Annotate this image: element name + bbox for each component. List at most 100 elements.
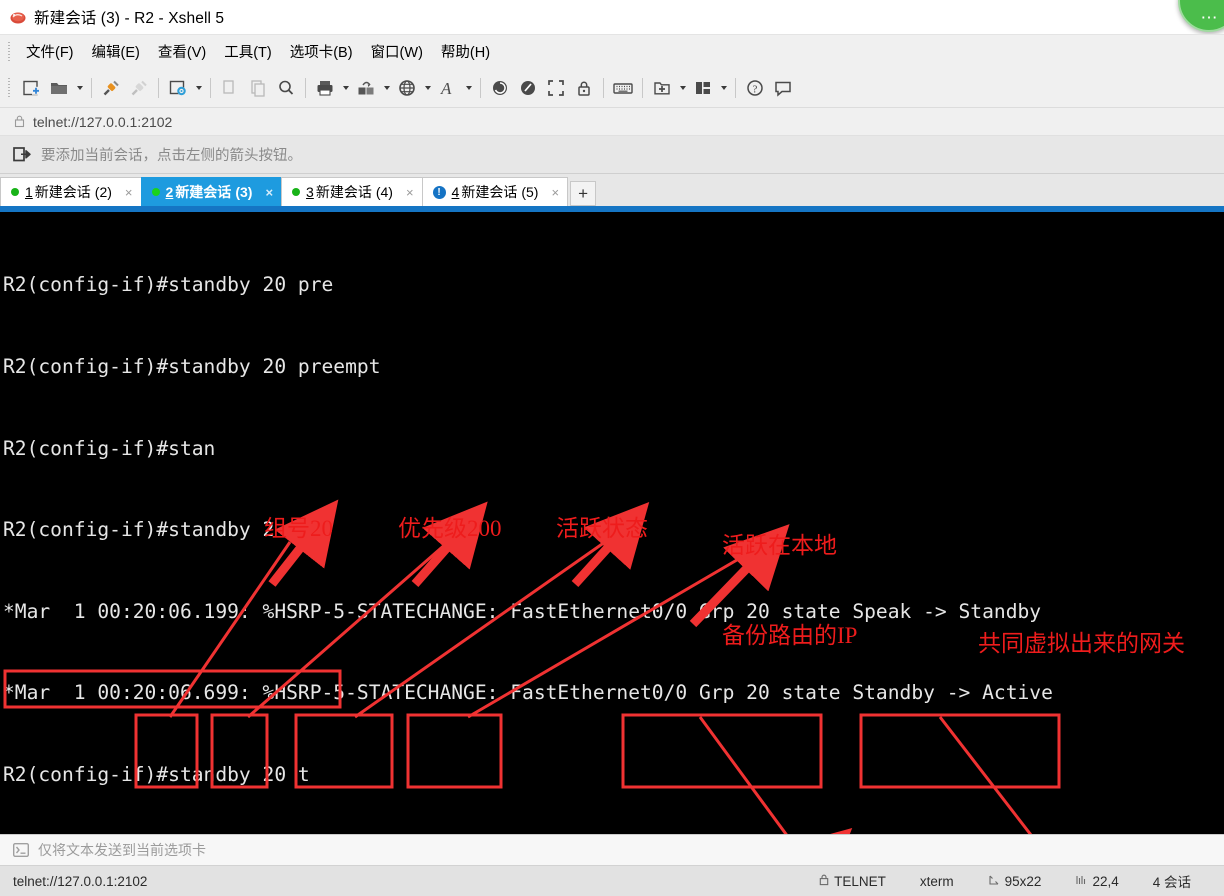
tab-number: 4	[451, 184, 460, 200]
menu-window[interactable]: 窗口(W)	[362, 38, 432, 65]
xshell-window: 新建会话 (3) - R2 - Xshell 5 ⋯ 文件(F) 编辑(E) 查…	[0, 0, 1224, 896]
toolbar-separator	[603, 77, 604, 98]
tab-bar: 1 新建会话 (2) × 2 新建会话 (3) × 3 新建会话 (4) × !…	[0, 174, 1224, 206]
tab-close-icon[interactable]: ×	[261, 185, 277, 200]
tab-label: 新建会话	[461, 184, 518, 200]
status-terminal-type: xterm	[919, 873, 954, 889]
transfer-dropdown-caret[interactable]	[380, 74, 393, 102]
hint-text: 要添加当前会话，点击左侧的箭头按钮。	[41, 148, 302, 164]
status-url: telnet://127.0.0.1:2102	[13, 873, 148, 889]
add-folder-dropdown-caret[interactable]	[676, 74, 689, 102]
svg-text:?: ?	[753, 83, 758, 95]
status-position-cell: 22,4	[1058, 874, 1135, 889]
menu-help[interactable]: 帮助(H)	[432, 38, 499, 65]
connect-icon[interactable]	[97, 74, 125, 102]
connected-dot-icon	[11, 188, 19, 196]
tab-close-icon[interactable]: ×	[402, 185, 418, 200]
lock-icon[interactable]	[570, 74, 598, 102]
fullscreen-icon[interactable]	[542, 74, 570, 102]
status-session-count: 4 会话	[1152, 875, 1191, 890]
xshell-logo-icon	[9, 8, 27, 26]
tab-suffix: (3)	[235, 184, 253, 200]
lock-icon	[14, 115, 25, 128]
status-size-cell: 95x22	[971, 874, 1059, 889]
font-dropdown-caret[interactable]	[462, 74, 475, 102]
keyboard-icon[interactable]	[609, 74, 637, 102]
tab-suffix: (4)	[375, 184, 393, 200]
print-dropdown-caret[interactable]	[339, 74, 352, 102]
menu-view[interactable]: 查看(V)	[149, 38, 215, 65]
lock-icon	[819, 874, 829, 889]
layout-icon[interactable]	[689, 74, 717, 102]
address-bar[interactable]: telnet://127.0.0.1:2102	[0, 108, 1224, 136]
menu-file[interactable]: 文件(F)	[17, 38, 83, 65]
toolbar-separator	[305, 77, 306, 98]
status-bar: telnet://127.0.0.1:2102 TELNET xterm 95x…	[0, 866, 1224, 896]
hint-bar: 要添加当前会话，点击左侧的箭头按钮。	[0, 136, 1224, 174]
compose-icon[interactable]	[514, 74, 542, 102]
terminal-line: *Mar 1 00:20:06.699: %HSRP-5-STATECHANGE…	[3, 681, 1053, 705]
folder-dropdown-caret[interactable]	[73, 74, 86, 102]
send-text-bar[interactable]: 仅将文本发送到当前选项卡	[0, 834, 1224, 866]
menu-tab[interactable]: 选项卡(B)	[281, 38, 362, 65]
tab-session-2[interactable]: 2 新建会话 (3) ×	[140, 177, 283, 206]
connected-dot-icon	[292, 188, 301, 196]
feedback-icon[interactable]	[769, 74, 797, 102]
ssh-key-icon[interactable]	[486, 74, 514, 102]
add-to-folder-icon[interactable]	[648, 74, 676, 102]
toolbar-separator	[642, 77, 643, 98]
menu-bar: 文件(F) 编辑(E) 查看(V) 工具(T) 选项卡(B) 窗口(W) 帮助(…	[0, 34, 1224, 68]
terminal-output[interactable]: R2(config-if)#standby 20 pre R2(config-i…	[0, 212, 1224, 834]
add-session-arrow-icon[interactable]	[13, 146, 32, 163]
tab-close-icon[interactable]: ×	[547, 185, 563, 200]
toolbar-separator	[91, 77, 92, 98]
tab-session-1[interactable]: 1 新建会话 (2) ×	[0, 177, 142, 206]
toolbar-separator	[480, 77, 481, 98]
session-properties-icon[interactable]	[164, 74, 192, 102]
tab-session-4[interactable]: ! 4 新建会话 (5) ×	[421, 177, 569, 206]
terminal-line: R2(config-if)#standby 2	[3, 518, 275, 542]
open-folder-icon[interactable]	[45, 74, 73, 102]
font-icon[interactable]: A	[434, 74, 462, 102]
tab-label: 新建会话	[315, 184, 372, 200]
globe-icon[interactable]	[393, 74, 421, 102]
toolbar-separator	[735, 77, 736, 98]
toolbar: A ?	[0, 68, 1224, 108]
tab-label: 新建会话	[34, 184, 91, 200]
toolbar-separator	[210, 77, 211, 98]
terminal-prompt-icon	[13, 843, 29, 857]
transfer-icon[interactable]	[352, 74, 380, 102]
tab-close-icon[interactable]: ×	[121, 185, 137, 200]
toolbar-gripper-icon[interactable]	[4, 76, 14, 99]
terminal-line: R2(config-if)#standby 20 pre	[3, 273, 334, 297]
new-tab-button[interactable]: +	[570, 181, 597, 206]
properties-dropdown-caret[interactable]	[192, 74, 205, 102]
alert-badge-icon: !	[432, 185, 446, 199]
terminal-line: R2(config-if)#stan	[3, 436, 216, 460]
menu-edit[interactable]: 编辑(E)	[83, 38, 149, 65]
print-icon[interactable]	[311, 74, 339, 102]
tab-suffix: (2)	[94, 184, 112, 200]
copy-icon	[216, 74, 244, 102]
paste-icon	[244, 74, 272, 102]
new-session-icon[interactable]	[17, 74, 45, 102]
terminal-lines: R2(config-if)#standby 20 pre R2(config-i…	[3, 217, 1224, 834]
terminal-line: R2(config-if)#standby 20 preempt	[3, 355, 381, 378]
menu-tools[interactable]: 工具(T)	[215, 38, 281, 65]
resize-icon	[988, 874, 1000, 889]
address-url[interactable]: telnet://127.0.0.1:2102	[33, 114, 172, 130]
title-bar: 新建会话 (3) - R2 - Xshell 5 ⋯	[0, 0, 1224, 34]
disconnect-icon	[125, 74, 153, 102]
terminal-line: R2(config-if)#standby 20 t	[3, 762, 310, 786]
tab-session-3[interactable]: 3 新建会话 (4) ×	[281, 177, 423, 206]
green-circle-icon[interactable]: ⋯	[1178, 0, 1224, 32]
terminal-line: *Mar 1 00:20:06.199: %HSRP-5-STATECHANGE…	[3, 599, 1042, 623]
tab-number: 1	[25, 184, 33, 200]
layout-dropdown-caret[interactable]	[717, 74, 730, 102]
menu-gripper-icon[interactable]	[4, 40, 14, 63]
help-icon[interactable]: ?	[741, 74, 769, 102]
cursor-pos-icon	[1075, 874, 1087, 889]
tab-label: 新建会话	[175, 184, 232, 200]
globe-dropdown-caret[interactable]	[421, 74, 434, 102]
find-icon[interactable]	[272, 74, 300, 102]
